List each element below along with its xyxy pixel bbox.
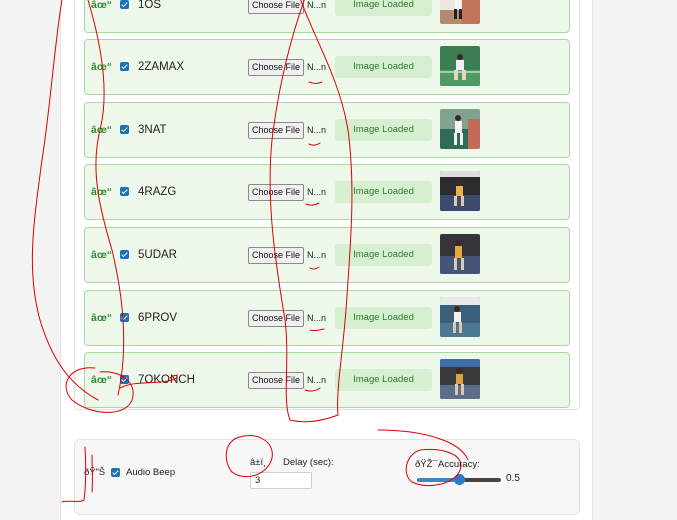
row-name: 4RAZG [138,186,177,198]
audio-beep-checkbox[interactable] [111,468,120,477]
status-badge: Image Loaded [335,0,432,16]
settings-panel: ðŸ”Š Audio Beep â±ï¸ Delay (sec): ðŸŽ¯ A… [74,439,580,515]
row-checkbox[interactable] [120,0,129,9]
timer-icon: â±ï¸ [250,457,267,468]
image-row: âœ“ 2ZAMAX Choose File N...n Image Loade… [84,39,570,95]
file-name: N...n [307,313,327,323]
row-name: 5UDAR [138,249,177,261]
file-name: N...n [307,187,327,197]
row-name: 3NAT [138,124,167,136]
accuracy-value: 0.5 [506,473,520,484]
image-row: âœ“ 3NAT Choose File N...n Image Loaded [84,102,570,158]
thumbnail-image [440,234,480,274]
file-name: N...n [307,375,327,385]
row-checkbox[interactable] [120,250,129,259]
image-row: âœ“ 6PROV Choose File N...n Image Loaded [84,290,570,346]
row-check-mark: âœ“ [91,186,112,198]
accuracy-slider[interactable] [417,474,501,485]
row-name: 2ZAMAX [138,61,185,73]
status-badge: Image Loaded [335,56,432,78]
file-name: N...n [307,125,327,135]
image-row: âœ“ 7OKONCH Choose File N...n Image Load… [84,352,570,408]
accuracy-slider-fill [417,478,459,482]
row-checkbox[interactable] [120,313,129,322]
choose-file-button[interactable]: Choose File [248,122,304,139]
row-check-mark: âœ“ [91,61,112,73]
row-name: 7OKONCH [138,374,195,386]
thumbnail-image [440,109,480,149]
row-check-mark: âœ“ [91,249,112,261]
file-name: N...n [307,62,327,72]
thumbnail-image [440,359,480,399]
file-name: N...n [307,250,327,260]
accuracy-slider-thumb[interactable] [453,474,465,485]
target-icon: ðŸŽ¯ [415,459,438,470]
row-name: 6PROV [138,312,177,324]
file-name: N...n [307,0,327,10]
row-checkbox[interactable] [120,62,129,71]
audio-beep-label: Audio Beep [126,467,176,478]
row-checkbox[interactable] [120,375,129,384]
row-checkbox[interactable] [120,187,129,196]
choose-file-button[interactable]: Choose File [248,310,304,327]
status-badge: Image Loaded [335,369,432,391]
accuracy-label: Accuracy: [438,459,480,470]
row-checkbox[interactable] [120,125,129,134]
image-row: âœ“ 5UDAR Choose File N...n Image Loaded [84,227,570,283]
choose-file-button[interactable]: Choose File [248,59,304,76]
status-badge: Image Loaded [335,307,432,329]
choose-file-button[interactable]: Choose File [248,184,304,201]
row-check-mark: âœ“ [91,0,112,11]
delay-label: Delay (sec): [283,457,334,468]
thumbnail-image [440,297,480,337]
row-check-mark: âœ“ [91,124,112,136]
thumbnail-image [440,46,480,86]
image-row: âœ“ 4RAZG Choose File N...n Image Loaded [84,164,570,220]
image-row: âœ“ 1OS Choose File N...n Image Loaded [84,0,570,33]
choose-file-button[interactable]: Choose File [248,247,304,264]
choose-file-button[interactable]: Choose File [248,0,304,14]
thumbnail-image [440,171,480,211]
status-badge: Image Loaded [335,181,432,203]
status-badge: Image Loaded [335,119,432,141]
speaker-icon: ðŸ”Š [84,467,106,478]
delay-input[interactable] [250,472,312,489]
thumbnail-image [440,0,480,24]
row-name: 1OS [138,0,162,11]
row-check-mark: âœ“ [91,374,112,386]
choose-file-button[interactable]: Choose File [248,372,304,389]
status-badge: Image Loaded [335,244,432,266]
row-check-mark: âœ“ [91,312,112,324]
